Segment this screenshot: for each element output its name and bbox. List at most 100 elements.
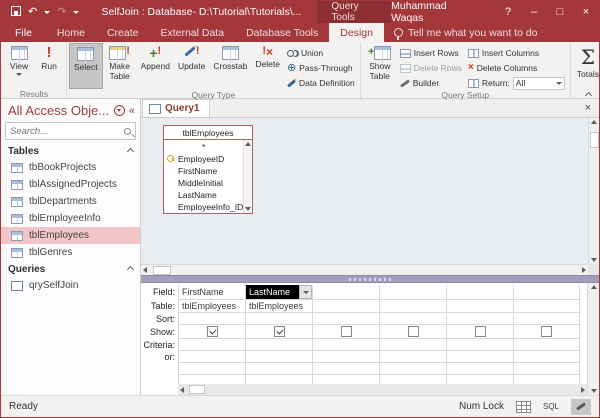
sort-cell[interactable]	[246, 313, 312, 325]
show-checkbox[interactable]	[475, 326, 486, 337]
or-cell[interactable]	[380, 351, 446, 363]
tab-home[interactable]: Home	[46, 23, 96, 42]
nav-item-tbbookprojects[interactable]: tbBookProjects	[1, 159, 140, 176]
field-row-lastname[interactable]: LastName	[164, 189, 243, 201]
nav-section-tables[interactable]: Tables	[1, 143, 140, 159]
show-checkbox[interactable]	[207, 326, 218, 337]
field-cell[interactable]: FirstName	[179, 285, 245, 300]
nav-section-queries[interactable]: Queries	[1, 261, 140, 277]
scrollbar-thumb[interactable]	[590, 132, 599, 148]
criteria-cell[interactable]	[514, 339, 579, 351]
insert-rows-button[interactable]: Insert Rows	[397, 46, 465, 60]
scroll-left-icon[interactable]	[180, 387, 184, 393]
table-cell[interactable]: tblEmployees	[246, 300, 312, 313]
datasheet-view-button[interactable]	[516, 401, 531, 413]
nav-item-tbldepartments[interactable]: tblDepartments	[1, 193, 140, 210]
user-name[interactable]: Muhammad Waqas	[391, 0, 469, 24]
minimize-button[interactable]: –	[521, 1, 547, 23]
tab-file[interactable]: File	[1, 23, 46, 42]
or-cell[interactable]	[313, 351, 379, 363]
close-document-icon[interactable]: ×	[585, 102, 599, 117]
criteria-cell[interactable]	[246, 339, 312, 351]
query1-tab[interactable]: Query1	[142, 99, 210, 117]
make-table-button[interactable]: ! Make Table	[103, 43, 137, 89]
sort-cell[interactable]	[179, 313, 245, 325]
field-list-scrollbar[interactable]	[243, 140, 252, 213]
field-cell[interactable]	[380, 285, 446, 300]
grid-horizontal-scrollbar[interactable]	[178, 384, 587, 395]
scroll-right-icon[interactable]	[582, 267, 586, 273]
pane-splitter[interactable]	[141, 275, 599, 283]
sort-cell[interactable]	[447, 313, 513, 325]
show-cell[interactable]	[380, 325, 446, 339]
table-cell[interactable]	[313, 300, 379, 313]
return-combobox[interactable]: All	[513, 77, 565, 90]
field-list-tblemployees[interactable]: tblEmployees * EmployeeID FirstName Midd…	[163, 125, 253, 214]
show-checkbox[interactable]	[541, 326, 552, 337]
scroll-up-icon[interactable]	[591, 120, 597, 124]
update-button[interactable]: ! Update	[174, 43, 209, 89]
show-checkbox[interactable]	[274, 326, 285, 337]
tab-create[interactable]: Create	[96, 23, 150, 42]
append-button[interactable]: +! Append	[137, 43, 174, 89]
show-cell[interactable]	[246, 325, 312, 339]
collapse-tables-icon[interactable]	[127, 148, 134, 155]
show-table-button[interactable]: + Show Table	[363, 43, 397, 89]
nav-item-tblassignedprojects[interactable]: tblAssignedProjects	[1, 176, 140, 193]
scrollbar-thumb[interactable]	[189, 385, 205, 394]
totals-button[interactable]: Σ Totals	[573, 43, 600, 89]
nav-item-tblemployees[interactable]: tblEmployees	[1, 227, 140, 244]
criteria-cell[interactable]	[313, 339, 379, 351]
crosstab-button[interactable]: Crosstab	[209, 43, 251, 89]
undo-dropdown-icon[interactable]	[44, 11, 50, 14]
close-button[interactable]: ×	[573, 1, 599, 23]
criteria-cell[interactable]	[447, 339, 513, 351]
help-button[interactable]: ?	[495, 1, 521, 23]
delete-columns-button[interactable]: × Delete Columns	[465, 61, 568, 75]
field-row-employeeid[interactable]: EmployeeID	[164, 153, 243, 165]
or-cell[interactable]	[246, 351, 312, 363]
tell-me-box[interactable]: Tell me what you want to do	[394, 23, 538, 42]
criteria-cell[interactable]	[179, 339, 245, 351]
show-cell[interactable]	[447, 325, 513, 339]
field-row-firstname[interactable]: FirstName	[164, 165, 243, 177]
tab-external-data[interactable]: External Data	[149, 23, 235, 42]
scroll-up-icon[interactable]	[245, 142, 251, 146]
scroll-left-icon[interactable]	[143, 267, 147, 273]
collapse-ribbon-button[interactable]	[586, 90, 593, 95]
table-cell[interactable]: tblEmployees	[179, 300, 245, 313]
nav-item-tblemployeeinfo[interactable]: tblEmployeeInfo	[1, 210, 140, 227]
scroll-right-icon[interactable]	[581, 387, 585, 393]
or-cell[interactable]	[179, 351, 245, 363]
nav-search-box[interactable]	[5, 122, 136, 140]
sort-cell[interactable]	[514, 313, 579, 325]
tab-design[interactable]: Design	[329, 23, 384, 42]
data-definition-button[interactable]: Data Definition	[284, 76, 358, 90]
show-cell[interactable]	[514, 325, 579, 339]
table-cell[interactable]	[447, 300, 513, 313]
field-cell-selected[interactable]: LastName	[246, 285, 312, 300]
scroll-down-icon[interactable]	[245, 207, 251, 211]
design-vertical-scrollbar[interactable]	[588, 118, 599, 264]
table-cell[interactable]	[514, 300, 579, 313]
field-row-star[interactable]: *	[164, 141, 243, 153]
undo-icon[interactable]: ↶	[28, 7, 37, 18]
pass-through-button[interactable]: ⊕ Pass-Through	[284, 61, 358, 75]
view-button[interactable]: View	[4, 43, 34, 89]
maximize-button[interactable]: □	[547, 1, 573, 23]
run-button[interactable]: ! Run	[34, 43, 64, 89]
nav-item-tblgenres[interactable]: tblGenres	[1, 244, 140, 261]
sort-cell[interactable]	[380, 313, 446, 325]
criteria-cell[interactable]	[380, 339, 446, 351]
design-horizontal-scrollbar[interactable]	[141, 264, 588, 275]
builder-button[interactable]: Builder	[397, 76, 465, 90]
scrollbar-thumb[interactable]	[153, 266, 171, 275]
delete-button[interactable]: !× Delete	[251, 43, 284, 89]
show-cell[interactable]	[179, 325, 245, 339]
show-cell[interactable]	[313, 325, 379, 339]
search-input[interactable]	[10, 126, 124, 137]
grid-vertical-scrollbar[interactable]	[587, 283, 599, 395]
nav-item-qryselfjoin[interactable]: qrySelfJoin	[1, 277, 140, 294]
show-checkbox[interactable]	[341, 326, 352, 337]
or-cell[interactable]	[447, 351, 513, 363]
